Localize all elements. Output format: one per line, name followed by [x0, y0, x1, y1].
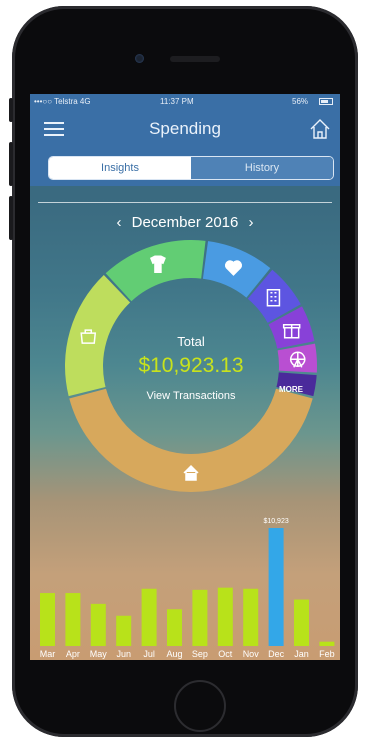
bar-feb[interactable] — [319, 641, 335, 646]
front-camera — [135, 54, 144, 63]
bar-label-oct: Oct — [218, 649, 233, 659]
bar-aug[interactable] — [167, 609, 182, 646]
bar-apr[interactable] — [65, 593, 81, 646]
app-screen: •••○○ Telstra 4G 11:37 PM 56% Spending I… — [30, 94, 340, 660]
bar-mar[interactable] — [40, 593, 55, 646]
bar-label-nov: Nov — [243, 649, 260, 659]
bar-label-jan: Jan — [294, 649, 309, 659]
bar-label-jul: Jul — [143, 649, 155, 659]
bar-sep[interactable] — [192, 589, 208, 646]
peak-value-label: $10,923 — [263, 518, 288, 525]
bar-label-dec: Dec — [268, 649, 285, 659]
mute-switch — [9, 98, 13, 122]
bar-dec[interactable] — [268, 528, 284, 646]
bar-nov[interactable] — [243, 588, 259, 646]
bar-label-sep: Sep — [192, 649, 208, 659]
bar-label-apr: Apr — [66, 649, 80, 659]
bar-label-aug: Aug — [166, 649, 182, 659]
bar-label-jun: Jun — [116, 649, 131, 659]
bar-may[interactable] — [90, 603, 106, 646]
bar-label-mar: Mar — [40, 649, 56, 659]
bar-oct[interactable] — [217, 587, 233, 646]
volume-down-button — [9, 196, 13, 240]
bar-jul[interactable] — [141, 588, 157, 646]
bar-jun[interactable] — [116, 615, 132, 646]
monthly-bar-chart: Mar Apr May Jun Jul Aug Sep Oct Nov Dec $10,923 Jan… — [40, 518, 335, 659]
volume-up-button — [9, 142, 13, 186]
bar-label-may: May — [90, 649, 108, 659]
bar-label-feb: Feb — [319, 649, 335, 659]
bar-jan[interactable] — [294, 599, 309, 646]
earpiece-speaker — [170, 56, 220, 62]
home-button[interactable] — [174, 680, 226, 732]
